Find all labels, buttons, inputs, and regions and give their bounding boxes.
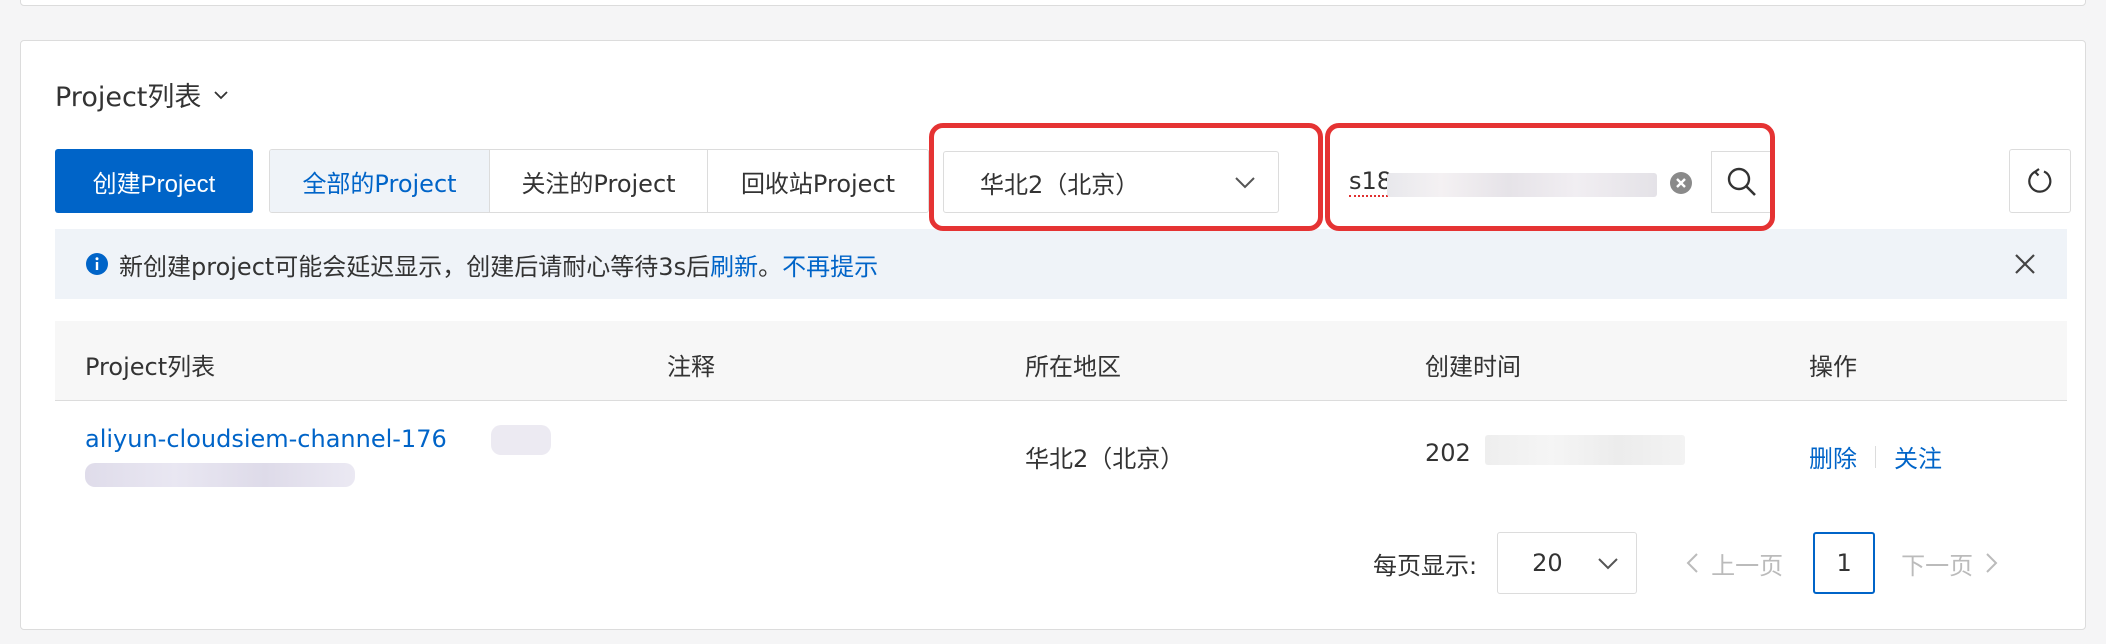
per-page-label: 每页显示: (1373, 551, 1478, 580)
pagination: 每页显示: 20 上一页 1 下一页 (1373, 531, 2001, 595)
prev-page-button[interactable]: 上一页 (1683, 546, 1783, 581)
redacted-created-time (1485, 435, 1685, 465)
redacted-search-text (1387, 173, 1657, 197)
prev-page-label: 上一页 (1711, 551, 1784, 580)
redacted-project-name (491, 425, 551, 455)
table-header: Project列表 注释 所在地区 创建时间 操作 (55, 321, 2067, 401)
card-title-dropdown[interactable]: Project列表 (55, 75, 231, 114)
info-notice-bar: 新创建project可能会延迟显示，创建后请耐心等待3s后 刷新 。 不再提示 (55, 229, 2067, 299)
column-header-comment: 注释 (667, 353, 715, 381)
refresh-link[interactable]: 刷新 (710, 247, 758, 282)
notice-text: 新创建project可能会延迟显示，创建后请耐心等待3s后 (119, 252, 711, 281)
tab-all-projects[interactable]: 全部的Project (270, 150, 490, 212)
info-icon (86, 253, 108, 275)
search-input-value: s18 (1349, 167, 1393, 197)
region-select[interactable]: 华北2（北京） (943, 151, 1279, 213)
chevron-down-icon (1598, 558, 1618, 570)
project-filter-tabs: 全部的Project 关注的Project 回收站Project (269, 149, 929, 213)
column-header-project: Project列表 (85, 353, 216, 381)
follow-link[interactable]: 关注 (1894, 439, 1942, 474)
column-header-region: 所在地区 (1025, 353, 1121, 381)
redacted-project-name (85, 463, 355, 487)
next-page-label: 下一页 (1901, 551, 1974, 580)
tab-followed-projects[interactable]: 关注的Project (490, 150, 708, 212)
tab-recycle-bin-projects[interactable]: 回收站Project (708, 150, 928, 212)
dismiss-link[interactable]: 不再提示 (782, 247, 878, 282)
project-created-time: 202 (1425, 439, 1471, 467)
page-size-value: 20 (1532, 549, 1563, 577)
row-actions: 删除 关注 (1809, 439, 1942, 474)
search-input[interactable]: s18 (1349, 151, 1692, 213)
action-divider (1875, 445, 1876, 468)
column-header-created: 创建时间 (1425, 353, 1521, 381)
project-table: Project列表 注释 所在地区 创建时间 操作 aliyun-cloudsi… (55, 321, 2067, 493)
chevron-left-icon (1686, 553, 1698, 573)
project-region: 华北2（北京） (1025, 445, 1185, 473)
project-name-link[interactable]: aliyun-cloudsiem-channel-176 (85, 425, 447, 453)
refresh-icon (2028, 168, 2052, 193)
previous-card-edge (20, 0, 2086, 6)
close-icon[interactable] (2013, 252, 2037, 276)
project-list-card: Project列表 创建Project 全部的Project 关注的Projec… (20, 40, 2086, 630)
card-title: Project列表 (55, 82, 202, 113)
page-size-select[interactable]: 20 (1497, 532, 1638, 594)
notice-period: 。 (758, 252, 783, 281)
clear-icon[interactable] (1669, 171, 1693, 195)
region-select-value: 华北2（北京） (980, 170, 1140, 199)
chevron-right-icon (1986, 553, 1998, 573)
chevron-down-icon (214, 90, 229, 99)
search-icon (1727, 167, 1756, 196)
column-header-actions: 操作 (1809, 353, 1857, 381)
table-row: aliyun-cloudsiem-channel-176 华北2（北京） 202… (55, 401, 2067, 493)
next-page-button[interactable]: 下一页 (1901, 546, 2001, 581)
chevron-down-icon (1235, 177, 1255, 189)
page-number-current[interactable]: 1 (1813, 532, 1876, 594)
refresh-button[interactable] (2009, 149, 2071, 213)
search-box: s18 (1349, 151, 1773, 213)
search-button[interactable] (1711, 151, 1773, 213)
create-project-button[interactable]: 创建Project (55, 149, 253, 213)
delete-link[interactable]: 删除 (1809, 439, 1857, 474)
